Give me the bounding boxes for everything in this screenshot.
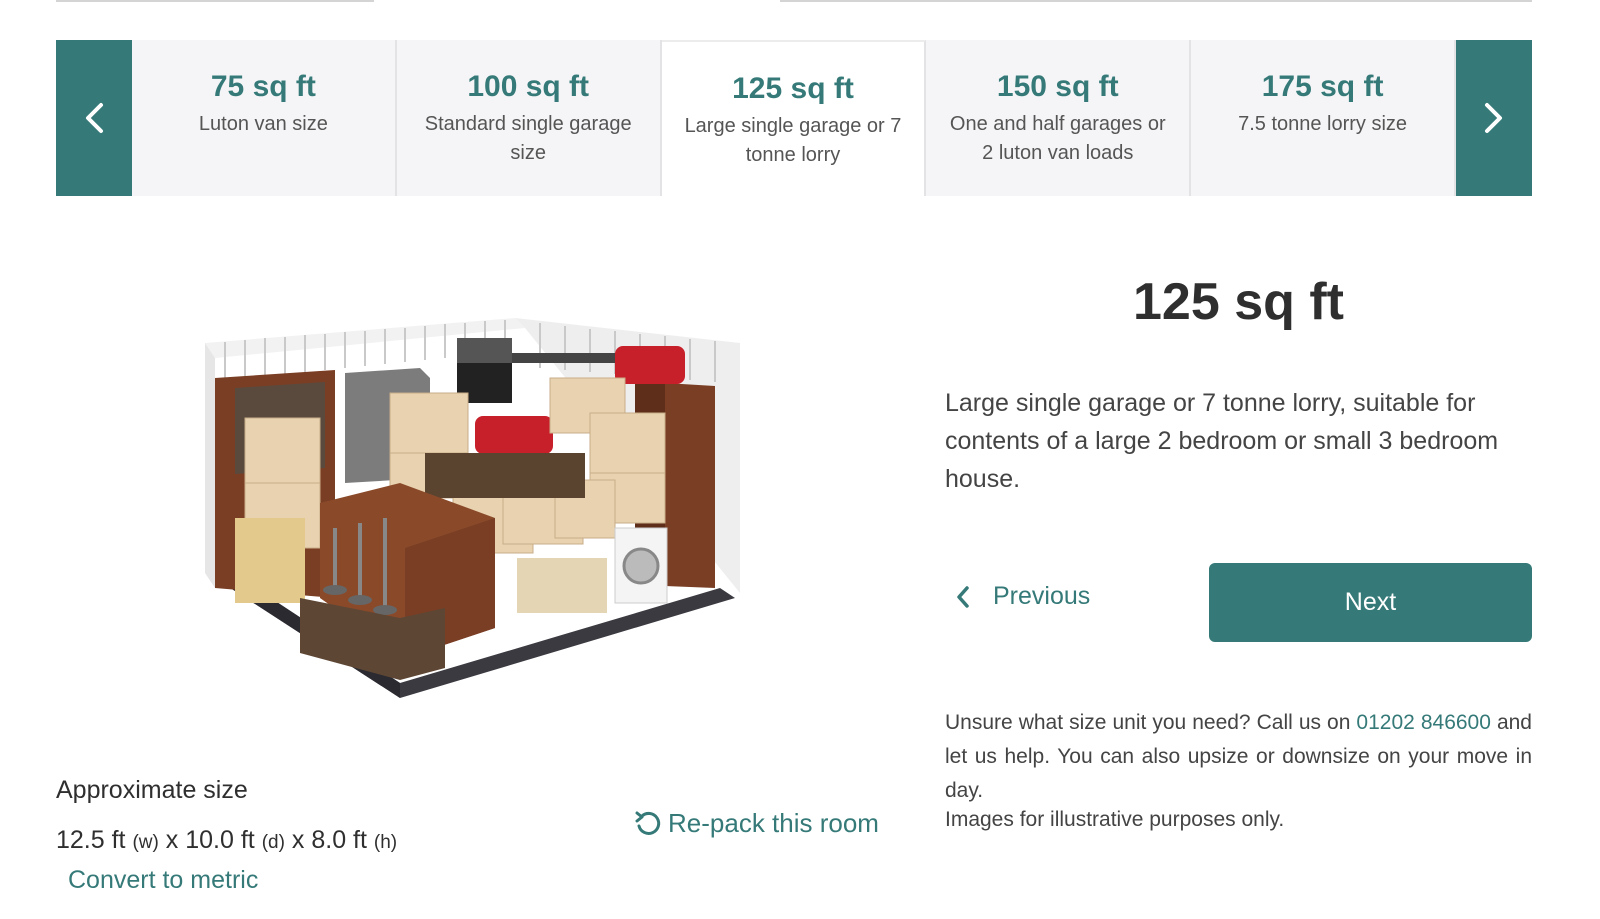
selected-size-title: 125 sq ft <box>1133 273 1344 331</box>
approximate-size-label: Approximate size <box>56 776 248 804</box>
depth-value: 10.0 ft <box>185 826 255 854</box>
previous-button[interactable]: Previous <box>955 582 1090 611</box>
width-value: 12.5 ft <box>56 826 126 854</box>
size-card-175[interactable]: 175 sq ft 7.5 tonne lorry size <box>1191 40 1456 196</box>
size-card-title: 150 sq ft <box>996 70 1119 103</box>
size-card-description: Standard single garage size <box>424 113 632 164</box>
convert-to-metric-link[interactable]: Convert to metric <box>68 866 258 895</box>
height-unit: (h) <box>373 832 398 853</box>
undo-icon <box>635 811 661 835</box>
size-carousel: 75 sq ft Luton van size 100 sq ft Standa… <box>56 40 1532 196</box>
help-text: Unsure what size unit you need? Call us … <box>945 706 1532 808</box>
storage-room-illustration <box>205 318 740 698</box>
chevron-right-icon <box>1484 103 1502 133</box>
depth-unit: (d) <box>261 832 285 853</box>
next-button[interactable]: Next <box>1209 563 1532 642</box>
chevron-left-icon <box>86 103 103 133</box>
size-card-title: 75 sq ft <box>210 70 316 103</box>
top-divider-left <box>56 0 374 2</box>
illustrative-note: Images for illustrative purposes only. <box>945 808 1285 831</box>
size-card-description: Large single garage or 7 tonne lorry <box>684 115 902 166</box>
top-divider-right <box>780 0 1532 2</box>
repack-room-label: Re-pack this room <box>668 808 879 838</box>
size-card-title: 100 sq ft <box>467 70 590 103</box>
size-card-100[interactable]: 100 sq ft Standard single garage size <box>396 40 662 196</box>
repack-room-button[interactable]: Re-pack this room <box>634 808 879 839</box>
chevron-left-icon <box>957 585 969 608</box>
carousel-next-button[interactable] <box>1455 40 1532 196</box>
size-card-description: Luton van size <box>198 113 328 135</box>
size-card-description: One and half garages or 2 luton van load… <box>949 113 1166 164</box>
size-card-150[interactable]: 150 sq ft One and half garages or 2 luto… <box>926 40 1192 196</box>
width-unit: (w) <box>132 832 159 853</box>
size-card-title: 175 sq ft <box>1261 70 1384 103</box>
size-card-125[interactable]: 125 sq ft Large single garage or 7 tonne… <box>661 40 927 196</box>
phone-link[interactable]: 01202 846600 <box>1356 711 1491 734</box>
size-card-75[interactable]: 75 sq ft Luton van size <box>132 40 397 196</box>
height-value: 8.0 ft <box>311 826 367 854</box>
selected-size-description: Large single garage or 7 tonne lorry, su… <box>945 389 1499 493</box>
size-card-description: 7.5 tonne lorry size <box>1238 113 1408 135</box>
size-card-title: 125 sq ft <box>732 72 854 105</box>
carousel-prev-button[interactable] <box>56 40 132 196</box>
previous-label: Previous <box>993 582 1091 610</box>
dimensions-imperial: 12.5 ft (w) x 10.0 ft (d) x 8.0 ft (h) <box>56 826 398 854</box>
help-text-intro: Unsure what size unit you need? Call us … <box>945 711 1351 734</box>
